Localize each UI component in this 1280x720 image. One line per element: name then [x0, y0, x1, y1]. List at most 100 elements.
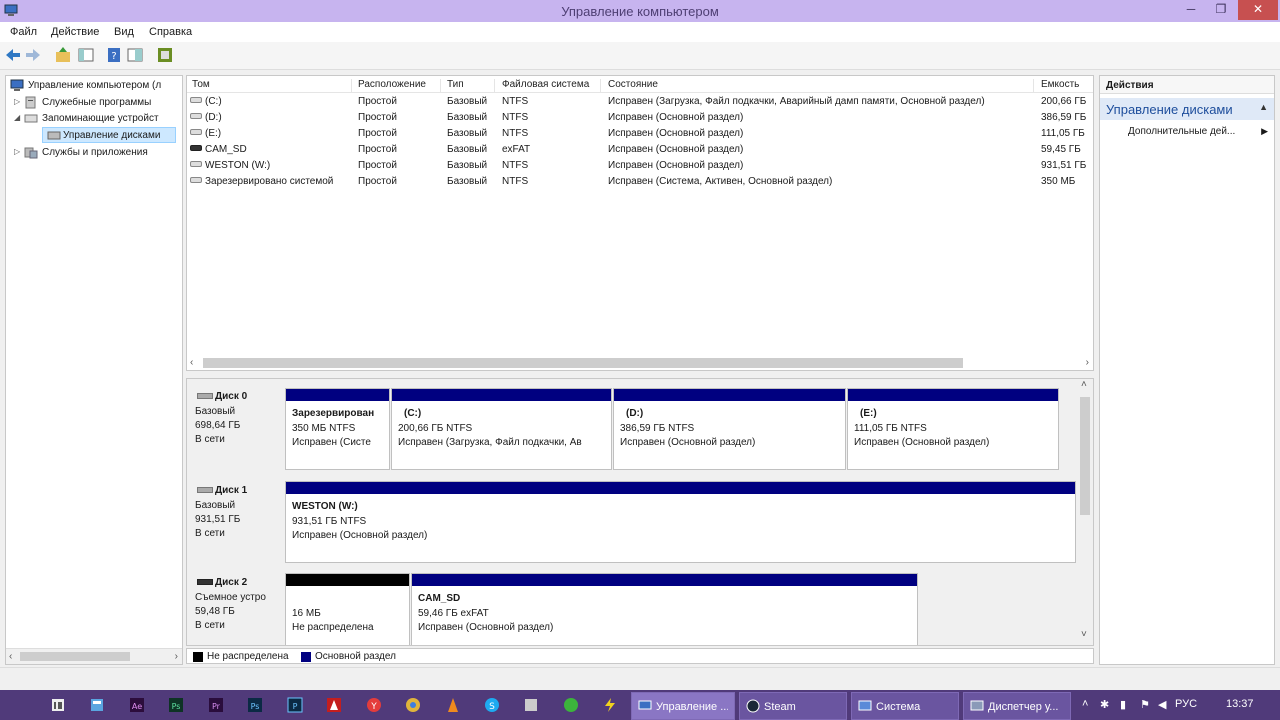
expand-icon[interactable]: ▷: [14, 147, 22, 156]
column-header-capacity[interactable]: Емкость: [1041, 79, 1091, 93]
tree-horizontal-scrollbar[interactable]: ‹ ›: [6, 648, 182, 664]
vlc-icon[interactable]: [445, 697, 461, 713]
task-computer-management[interactable]: Управление ...: [631, 692, 735, 720]
skype-icon[interactable]: S: [484, 697, 500, 713]
scroll-left-icon[interactable]: ‹: [190, 357, 193, 368]
tree-item-computer-management[interactable]: Управление компьютером (л: [8, 78, 182, 94]
disk-2-label[interactable]: Диск 2 Съемное устро 59,48 ГБ В сети: [189, 575, 283, 645]
scroll-left-icon[interactable]: ‹: [9, 651, 12, 662]
yandex-icon[interactable]: Y: [366, 697, 382, 713]
legend: Не распределена Основной раздел: [186, 648, 1094, 664]
column-header-status[interactable]: Состояние: [608, 79, 1034, 93]
volume-row[interactable]: WESTON (W:) Простой Базовый NTFS Исправе…: [187, 158, 1093, 174]
show-hide-tree-icon[interactable]: [77, 46, 95, 64]
whatsapp-icon[interactable]: [563, 697, 579, 713]
acrobat-icon[interactable]: [326, 697, 342, 713]
scroll-up-icon[interactable]: ˄: [1081, 379, 1087, 390]
partition-d[interactable]: (D:) 386,59 ГБ NTFS Исправен (Основной р…: [613, 388, 846, 470]
storage-icon: [24, 114, 38, 123]
svg-text:?: ?: [111, 51, 116, 62]
properties-icon[interactable]: [126, 46, 144, 64]
task-system[interactable]: Система: [851, 692, 959, 720]
actions-section-disk-management[interactable]: Управление дисками ▲: [1100, 98, 1274, 120]
calculator-icon[interactable]: [89, 697, 105, 713]
disk-0-label[interactable]: Диск 0 Базовый 698,64 ГБ В сети: [189, 389, 283, 473]
volume-list-horizontal-scrollbar[interactable]: ‹ ›: [187, 355, 1093, 371]
menu-help[interactable]: Справка: [149, 26, 192, 38]
column-header-layout[interactable]: Расположение: [358, 79, 441, 93]
chrome-icon[interactable]: [405, 697, 421, 713]
console-tree: Управление компьютером (л ▷ Служебные пр…: [5, 75, 183, 665]
more-actions-link[interactable]: Дополнительные дей...: [1128, 126, 1235, 137]
scroll-right-icon[interactable]: ›: [175, 651, 178, 662]
disk-view-vertical-scrollbar[interactable]: ˄ ˅: [1077, 379, 1093, 645]
help-icon[interactable]: ?: [105, 46, 123, 64]
menu-action[interactable]: Действие: [51, 26, 99, 38]
up-folder-icon[interactable]: [54, 46, 72, 64]
tree-item-services[interactable]: ▷ Службы и приложения: [14, 145, 182, 161]
volume-list-header: Том Расположение Тип Файловая система Со…: [187, 76, 1093, 93]
volume-row[interactable]: (C:) Простой Базовый NTFS Исправен (Загр…: [187, 94, 1093, 110]
collapse-icon[interactable]: ▲: [1259, 102, 1268, 112]
lightning-icon[interactable]: [602, 697, 618, 713]
collapse-icon[interactable]: ◢: [14, 113, 22, 122]
maximize-button[interactable]: ❐: [1208, 0, 1234, 20]
disk-1-label[interactable]: Диск 1 Базовый 931,51 ГБ В сети: [189, 483, 283, 567]
tree-item-disk-management[interactable]: Управление дисками: [42, 127, 176, 143]
hard-disk-icon: [197, 393, 213, 399]
scroll-right-icon[interactable]: ›: [1086, 357, 1089, 368]
column-header-volume[interactable]: Том: [192, 79, 352, 93]
tree-item-storage[interactable]: ◢ Запоминающие устройст: [14, 111, 182, 127]
partition-system-reserved[interactable]: Зарезервирован 350 МБ NTFS Исправен (Сис…: [285, 388, 390, 470]
drive-icon: [190, 129, 202, 135]
network-icon[interactable]: ▮: [1120, 698, 1126, 711]
computer-icon: [10, 79, 24, 91]
sd-card-icon: [190, 145, 202, 151]
volume-row[interactable]: (D:) Простой Базовый NTFS Исправен (Осно…: [187, 110, 1093, 126]
scroll-thumb[interactable]: [1080, 397, 1090, 515]
close-button[interactable]: ✕: [1238, 0, 1278, 20]
column-header-type[interactable]: Тип: [447, 79, 495, 93]
volume-row[interactable]: Зарезервировано системой Простой Базовый…: [187, 174, 1093, 190]
premiere-icon[interactable]: Pr: [208, 697, 224, 713]
hard-disk-icon: [197, 487, 213, 493]
title-bar[interactable]: Управление компьютером ─ ❐ ✕: [0, 0, 1280, 22]
keyboard-language[interactable]: РУС: [1175, 698, 1197, 710]
app-green-icon[interactable]: Ps: [168, 697, 184, 713]
volume-icon[interactable]: ◀: [1158, 698, 1166, 711]
disk-management-icon: [47, 131, 61, 140]
expand-icon[interactable]: ▷: [14, 97, 22, 106]
minimize-button[interactable]: ─: [1180, 0, 1202, 20]
bluetooth-icon[interactable]: ✱: [1100, 698, 1109, 711]
computer-management-icon: [638, 700, 652, 710]
partition-e[interactable]: (E:) 111,05 ГБ NTFS Исправен (Основной р…: [847, 388, 1059, 470]
partition-c[interactable]: (C:) 200,66 ГБ NTFS Исправен (Загрузка, …: [391, 388, 612, 470]
adobe-icon[interactable]: Ae: [129, 697, 145, 713]
scroll-thumb[interactable]: [203, 358, 963, 368]
menu-view[interactable]: Вид: [114, 26, 134, 38]
scroll-down-icon[interactable]: ˅: [1081, 629, 1087, 640]
flag-icon[interactable]: ⚑: [1140, 698, 1150, 711]
column-header-filesystem[interactable]: Файловая система: [502, 79, 601, 93]
volume-row[interactable]: (E:) Простой Базовый NTFS Исправен (Осно…: [187, 126, 1093, 142]
partition-cam-sd[interactable]: CAM_SD 59,46 ГБ exFAT Исправен (Основной…: [411, 573, 918, 645]
photoshop-icon-2[interactable]: P: [287, 697, 303, 713]
svg-text:Y: Y: [370, 702, 377, 712]
forward-icon[interactable]: [24, 46, 42, 64]
task-steam[interactable]: Steam: [739, 692, 847, 720]
task-device-manager[interactable]: Диспетчер у...: [963, 692, 1071, 720]
drive-icon: [190, 177, 202, 183]
scroll-thumb[interactable]: [20, 652, 130, 661]
volume-row[interactable]: CAM_SD Простой Базовый exFAT Исправен (О…: [187, 142, 1093, 158]
tree-item-system-tools[interactable]: ▷ Служебные программы: [14, 95, 182, 111]
app-icon[interactable]: [523, 697, 539, 713]
photoshop-icon[interactable]: Ps: [247, 697, 263, 713]
partition-unallocated[interactable]: 16 МБ Не распределена: [285, 573, 410, 645]
back-icon[interactable]: [4, 46, 22, 64]
partition-w[interactable]: WESTON (W:) 931,51 ГБ NTFS Исправен (Осн…: [285, 481, 1076, 563]
tray-overflow-icon[interactable]: ˄: [1082, 698, 1088, 710]
menu-file[interactable]: Файл: [10, 26, 37, 38]
clock[interactable]: 13:37: [1226, 698, 1254, 710]
file-manager-icon[interactable]: [50, 697, 66, 713]
console-icon[interactable]: [156, 46, 174, 64]
